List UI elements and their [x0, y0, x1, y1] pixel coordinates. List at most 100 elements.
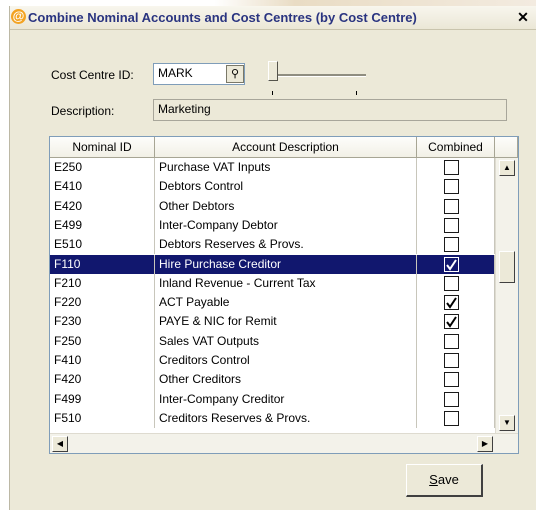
scroll-left-icon[interactable]: ◀	[52, 436, 68, 452]
combined-cell	[417, 273, 495, 294]
table-row[interactable]: F499 Inter-Company Creditor	[50, 389, 495, 409]
table-row[interactable]: F220 ACT Payable	[50, 293, 495, 313]
title-bar[interactable]: @ Combine Nominal Accounts and Cost Cent…	[10, 6, 536, 30]
horizontal-scrollbar[interactable]: ◀ ▶	[50, 433, 518, 453]
combined-cell	[417, 293, 495, 313]
nominal-id-cell[interactable]: F499	[50, 389, 155, 409]
table-row[interactable]: F250 Sales VAT Outputs	[50, 331, 495, 351]
combined-checkbox[interactable]	[444, 372, 459, 388]
nominal-id-cell[interactable]: F110	[50, 254, 155, 274]
account-description-cell[interactable]: Hire Purchase Creditor	[155, 254, 417, 274]
combined-checkbox[interactable]	[444, 198, 459, 214]
grid-header: Nominal ID Account Description Combined	[50, 137, 518, 158]
combined-cell	[417, 196, 495, 216]
combined-checkbox[interactable]	[444, 179, 459, 195]
combined-checkbox[interactable]	[444, 410, 459, 426]
combined-cell	[417, 177, 495, 197]
combined-checkbox[interactable]	[444, 391, 459, 407]
slider-tick	[272, 91, 273, 95]
save-label: ave	[437, 472, 459, 487]
cost-centre-id-value: MARK	[158, 66, 193, 80]
combined-checkbox[interactable]	[444, 237, 459, 253]
window-title: Combine Nominal Accounts and Cost Centre…	[28, 10, 417, 25]
account-description-cell[interactable]: Inland Revenue - Current Tax	[155, 273, 417, 294]
combined-checkbox[interactable]	[444, 333, 459, 349]
nominal-id-cell[interactable]: F410	[50, 351, 155, 371]
nominal-id-cell[interactable]: F250	[50, 331, 155, 351]
combined-checkbox[interactable]	[444, 275, 459, 291]
account-description-cell[interactable]: Creditors Reserves & Provs.	[155, 408, 417, 429]
nominal-id-cell[interactable]: F210	[50, 273, 155, 294]
account-description-cell[interactable]: ACT Payable	[155, 293, 417, 313]
app-icon: @	[11, 9, 26, 24]
combined-cell	[417, 389, 495, 409]
column-header-filler	[495, 137, 518, 158]
accounts-grid: Nominal ID Account Description Combined …	[49, 136, 519, 454]
account-description-cell[interactable]: Other Debtors	[155, 196, 417, 216]
nominal-id-cell[interactable]: E250	[50, 158, 155, 178]
combined-checkbox[interactable]	[444, 160, 459, 175]
nominal-id-cell[interactable]: E510	[50, 235, 155, 255]
account-description-cell[interactable]: PAYE & NIC for Remit	[155, 312, 417, 332]
combined-cell	[417, 215, 495, 236]
scroll-right-icon[interactable]: ▶	[477, 436, 493, 452]
table-row[interactable]: E420 Other Debtors	[50, 196, 495, 216]
scroll-down-icon[interactable]: ▼	[499, 415, 515, 431]
table-row[interactable]: F230 PAYE & NIC for Remit	[50, 312, 495, 332]
account-description-cell[interactable]: Debtors Reserves & Provs.	[155, 235, 417, 255]
check-icon	[446, 316, 457, 329]
combined-checkbox[interactable]	[444, 353, 459, 368]
account-description-cell[interactable]: Debtors Control	[155, 177, 417, 197]
cost-centre-label: Cost Centre ID:	[51, 68, 134, 82]
table-row[interactable]: F410 Creditors Control	[50, 351, 495, 371]
account-description-cell[interactable]: Sales VAT Outputs	[155, 331, 417, 351]
combined-cell	[417, 351, 495, 371]
combined-checkbox-checked[interactable]	[444, 314, 459, 330]
combined-cell	[417, 158, 495, 178]
column-header-nominal-id[interactable]: Nominal ID	[50, 137, 155, 158]
table-row[interactable]: F420 Other Creditors	[50, 370, 495, 390]
save-mnemonic: S	[429, 472, 438, 487]
combined-checkbox-checked[interactable]	[444, 295, 459, 311]
nominal-id-cell[interactable]: F510	[50, 408, 155, 429]
slider-track	[274, 74, 366, 77]
nominal-id-cell[interactable]: F220	[50, 293, 155, 313]
vertical-scrollbar[interactable]: ▲ ▼	[495, 158, 518, 433]
table-row[interactable]: E510 Debtors Reserves & Provs.	[50, 235, 495, 255]
nominal-id-cell[interactable]: E420	[50, 196, 155, 216]
slider-tick	[356, 91, 357, 95]
description-field: Marketing	[153, 99, 507, 121]
combined-cell	[417, 408, 495, 429]
table-row[interactable]: E410 Debtors Control	[50, 177, 495, 197]
account-description-cell[interactable]: Other Creditors	[155, 370, 417, 390]
account-description-cell[interactable]: Purchase VAT Inputs	[155, 158, 417, 178]
scroll-up-icon[interactable]: ▲	[499, 160, 515, 176]
column-header-combined[interactable]: Combined	[417, 137, 495, 158]
table-row[interactable]: E250 Purchase VAT Inputs	[50, 158, 495, 178]
nominal-id-cell[interactable]: E410	[50, 177, 155, 197]
table-row[interactable]: F510 Creditors Reserves & Provs.	[50, 408, 495, 429]
combined-checkbox[interactable]	[444, 217, 459, 233]
column-header-account-description[interactable]: Account Description	[155, 137, 417, 158]
nominal-id-cell[interactable]: E499	[50, 215, 155, 236]
account-description-cell[interactable]: Inter-Company Creditor	[155, 389, 417, 409]
vertical-scroll-thumb[interactable]	[499, 251, 515, 283]
table-row[interactable]: F110 Hire Purchase Creditor	[50, 254, 495, 274]
check-icon	[446, 297, 457, 309]
description-value: Marketing	[158, 102, 211, 116]
table-row[interactable]: E499 Inter-Company Debtor	[50, 215, 495, 236]
magnifier-icon[interactable]: ⚲	[226, 65, 244, 83]
combined-cell	[417, 331, 495, 351]
save-button[interactable]: Save	[406, 464, 483, 497]
table-row[interactable]: F210 Inland Revenue - Current Tax	[50, 273, 495, 294]
account-description-cell[interactable]: Inter-Company Debtor	[155, 215, 417, 236]
slider-thumb[interactable]	[268, 61, 278, 81]
account-description-cell[interactable]: Creditors Control	[155, 351, 417, 371]
combine-accounts-dialog: @ Combine Nominal Accounts and Cost Cent…	[9, 6, 536, 510]
combined-checkbox-checked[interactable]	[444, 256, 459, 272]
check-icon	[446, 258, 457, 271]
combined-cell	[417, 312, 495, 332]
close-icon[interactable]: ✕	[515, 9, 531, 25]
nominal-id-cell[interactable]: F420	[50, 370, 155, 390]
nominal-id-cell[interactable]: F230	[50, 312, 155, 332]
